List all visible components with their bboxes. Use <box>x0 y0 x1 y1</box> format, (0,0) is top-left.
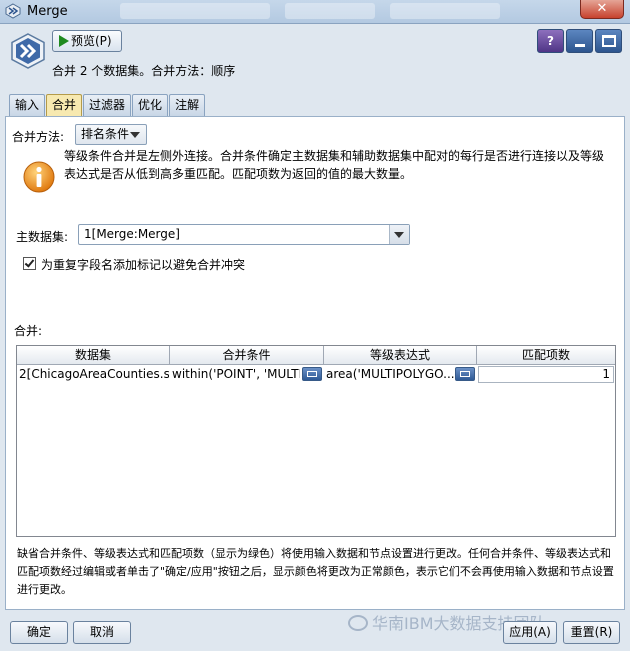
dropdown-button <box>389 225 409 244</box>
merge-method-label: 合并方法: <box>12 130 65 144</box>
dropdown-arrow-icon <box>130 132 140 138</box>
cell-max-matches[interactable]: 1 <box>478 366 614 383</box>
minimize-icon <box>575 44 585 47</box>
merge-method-value: 排名条件 <box>81 127 130 141</box>
minimize-button[interactable] <box>566 29 593 53</box>
window-title: Merge <box>27 4 68 19</box>
primary-dataset-select[interactable]: 1[Merge:Merge] <box>78 224 410 245</box>
cell-rank-expression[interactable]: area('MULTIPOLYGO... <box>324 366 454 383</box>
cell-dataset[interactable]: 2[ChicagoAreaCounties.s... <box>17 366 169 383</box>
background-window-tab <box>120 3 270 19</box>
merge-dialog: 预览(P) 合并 2 个数据集。合并方法：顺序 ? 输入 合并 过滤器 优化 注… <box>0 24 630 651</box>
tab-annotation[interactable]: 注解 <box>169 94 206 116</box>
checkmark-icon <box>24 257 35 268</box>
edit-icon <box>460 371 470 377</box>
info-icon <box>23 161 55 193</box>
tab-filter[interactable]: 过滤器 <box>83 94 132 116</box>
merge-summary: 合并 2 个数据集。合并方法：顺序 <box>52 64 236 78</box>
edit-rank-expression-button[interactable] <box>455 367 475 381</box>
edit-condition-button[interactable] <box>302 367 322 381</box>
play-icon <box>59 35 69 47</box>
merge-conditions-table: 数据集 合并条件 等级表达式 匹配项数 2[ChicagoAreaCountie… <box>16 345 616 537</box>
watermark-logo-icon <box>348 615 368 631</box>
merge-section-label: 合并: <box>14 324 43 338</box>
column-header-max-matches[interactable]: 匹配项数 <box>477 346 615 365</box>
cancel-button[interactable]: 取消 <box>73 621 131 644</box>
help-icon: ? <box>547 34 554 48</box>
info-message: 等级条件合并是左侧外连接。合并条件确定主数据集和辅助数据集中配对的每行是否进行连… <box>64 149 605 181</box>
preview-button-label: 预览(P) <box>71 34 112 48</box>
apply-button[interactable]: 应用(A) <box>503 621 557 644</box>
merge-tab-panel: 合并方法: 排名条件 等级条件合并是左侧外连接。合并条件确定主数据集和辅助数据集… <box>5 116 625 610</box>
tab-input[interactable]: 输入 <box>9 94 46 116</box>
preview-button[interactable]: 预览(P) <box>52 30 122 52</box>
primary-dataset-value: 1[Merge:Merge] <box>84 227 180 241</box>
merge-app-icon <box>5 3 21 19</box>
merge-method-select[interactable]: 排名条件 <box>75 124 147 145</box>
close-button[interactable]: ✕ <box>580 0 624 19</box>
dropdown-arrow-icon <box>394 232 404 238</box>
column-header-condition[interactable]: 合并条件 <box>170 346 324 365</box>
merge-node-icon <box>11 33 45 69</box>
tag-duplicates-label: 为重复字段名添加标记以避免合并冲突 <box>41 258 246 272</box>
title-bar: Merge ✕ <box>0 0 630 24</box>
cell-condition[interactable]: within('POINT', 'MULTI... <box>170 366 300 383</box>
help-button[interactable]: ? <box>537 29 564 53</box>
reset-button[interactable]: 重置(R) <box>563 621 620 644</box>
tab-bar: 输入 合并 过滤器 优化 注解 <box>9 94 206 117</box>
tab-merge[interactable]: 合并 <box>46 94 83 117</box>
tab-optimize[interactable]: 优化 <box>132 94 169 116</box>
column-header-dataset[interactable]: 数据集 <box>17 346 170 365</box>
edit-icon <box>307 371 317 377</box>
background-window-tab <box>390 3 500 19</box>
tag-duplicates-checkbox[interactable] <box>23 257 36 270</box>
column-header-rank-expression[interactable]: 等级表达式 <box>324 346 477 365</box>
maximize-icon <box>602 35 616 47</box>
primary-dataset-label: 主数据集: <box>16 230 69 244</box>
background-window-tab <box>285 3 375 19</box>
maximize-button[interactable] <box>595 29 622 53</box>
ok-button[interactable]: 确定 <box>10 621 68 644</box>
defaults-note: 缺省合并条件、等级表达式和匹配项数（显示为绿色）将使用输入数据和节点设置进行更改… <box>17 547 614 596</box>
